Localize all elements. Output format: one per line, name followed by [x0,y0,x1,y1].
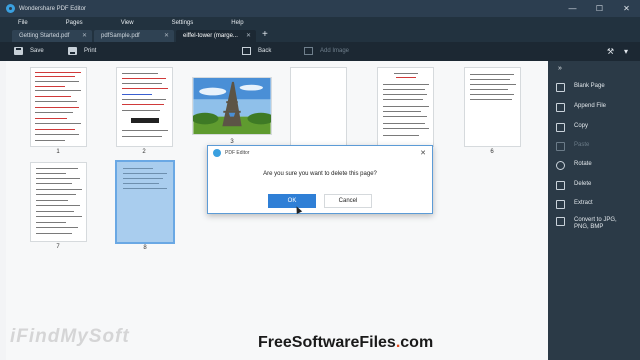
add-image-icon [304,47,313,55]
paste-button[interactable]: Paste [556,142,589,151]
tab-close-icon[interactable]: ✕ [82,32,87,39]
eiffel-tower-photo [193,78,271,134]
title-bar: Wondershare PDF Editor — ☐ ✕ [0,0,640,17]
page-thumbnail-8[interactable] [115,160,175,244]
tools-icon[interactable]: ⚒ [607,47,614,56]
convert-label: Convert to JPG, PNG, BMP [574,217,617,230]
save-button[interactable]: Save [14,47,44,55]
page-number: 2 [142,149,146,155]
window-title: Wondershare PDF Editor [19,5,86,12]
dropdown-icon[interactable]: ▾ [624,47,628,56]
watermark-right: FreeSoftwareFiles.com [258,334,433,352]
delete-label: Delete [574,181,592,187]
page-number: 6 [490,149,494,155]
tab-pdfsample[interactable]: pdfSample.pdf ✕ [94,30,174,42]
cancel-button[interactable]: Cancel [324,194,372,208]
new-tab-button[interactable]: + [262,29,268,42]
copy-button[interactable]: Copy [556,123,588,132]
back-button[interactable]: Back [242,47,271,55]
menu-settings[interactable]: Settings [162,20,204,26]
append-file-button[interactable]: Append File [556,103,606,112]
watermark-tld: com [400,334,434,351]
extract-label: Extract [574,200,593,206]
page-number: 1 [56,149,60,155]
delete-icon [556,181,565,190]
convert-button[interactable]: Convert to JPG, PNG, BMP [556,217,632,231]
copy-icon [556,123,565,132]
tab-close-icon[interactable]: ✕ [164,32,169,39]
page-thumbnail-3[interactable] [192,77,272,135]
extract-icon [556,200,565,209]
print-label: Print [84,48,97,54]
page-number: 7 [56,244,60,250]
page-thumbnail-4[interactable] [290,67,347,147]
delete-confirm-dialog: PDF Editor ✕ Are you sure you want to de… [207,145,433,214]
page-thumbnail-6[interactable] [464,67,521,147]
menu-bar: File Pages View Settings Help [0,17,640,28]
window-controls: — ☐ ✕ [559,0,640,17]
minimize-button[interactable]: — [559,0,586,17]
print-button[interactable]: Print [68,47,96,55]
tab-getting-started[interactable]: Getting Started.pdf ✕ [12,30,92,42]
back-label: Back [258,48,272,54]
dialog-header: PDF Editor ✕ [208,146,432,160]
delete-button[interactable]: Delete [556,181,591,190]
menu-help[interactable]: Help [221,20,253,26]
blank-page-label: Blank Page [574,83,605,89]
append-file-icon [556,103,565,112]
tab-label: Getting Started.pdf [19,33,70,39]
tab-label: pdfSample.pdf [101,33,140,39]
print-icon [68,47,77,55]
tab-close-icon[interactable]: ✕ [246,32,251,39]
toolbar-right-tools: ⚒ ▾ [607,47,628,56]
menu-file[interactable]: File [8,20,38,26]
maximize-button[interactable]: ☐ [586,0,613,17]
page-thumbnail-2[interactable] [116,67,173,147]
watermark-main: FreeSoftwareFiles [258,334,396,351]
extract-button[interactable]: Extract [556,200,593,209]
paste-icon [556,142,565,151]
dialog-close-icon[interactable]: ✕ [420,149,426,157]
collapse-sidebar-icon[interactable]: » [558,65,562,72]
toolbar: Save Print Back Add Image ⚒ ▾ [0,42,640,61]
page-thumbnail-1[interactable] [30,67,87,147]
add-image-button[interactable]: Add Image [304,47,349,55]
app-logo-icon [213,149,221,157]
app-logo-icon [6,4,15,13]
save-label: Save [30,48,44,54]
rotate-button[interactable]: Rotate [556,161,592,170]
rotate-label: Rotate [574,161,592,167]
copy-label: Copy [574,123,589,129]
page-tools-sidebar: » Blank Page Append File Copy Paste Rota… [548,61,640,360]
menu-pages[interactable]: Pages [56,20,93,26]
rotate-icon [556,161,565,170]
ok-button[interactable]: OK [268,194,316,208]
paste-label: Paste [574,142,590,148]
tab-eiffel-tower[interactable]: eiffel-tower (marge... ✕ [176,30,256,42]
watermark-left: iFindMySoft [10,326,130,347]
convert-icon [556,217,565,226]
blank-page-button[interactable]: Blank Page [556,83,605,92]
tab-bar: Getting Started.pdf ✕ pdfSample.pdf ✕ ei… [0,28,640,42]
page-number: 8 [143,245,147,251]
back-icon [242,47,251,55]
dialog-message: Are you sure you want to delete this pag… [263,171,377,177]
blank-page-icon [556,83,565,92]
save-icon [14,47,23,55]
page-thumbnail-7[interactable] [30,162,87,242]
close-window-button[interactable]: ✕ [613,0,640,17]
page-thumbnail-5[interactable] [377,67,434,147]
tab-label: eiffel-tower (marge... [183,33,238,39]
add-image-label: Add Image [320,48,350,54]
menu-view[interactable]: View [111,20,144,26]
append-file-label: Append File [574,103,607,109]
dialog-title: PDF Editor [225,150,250,156]
